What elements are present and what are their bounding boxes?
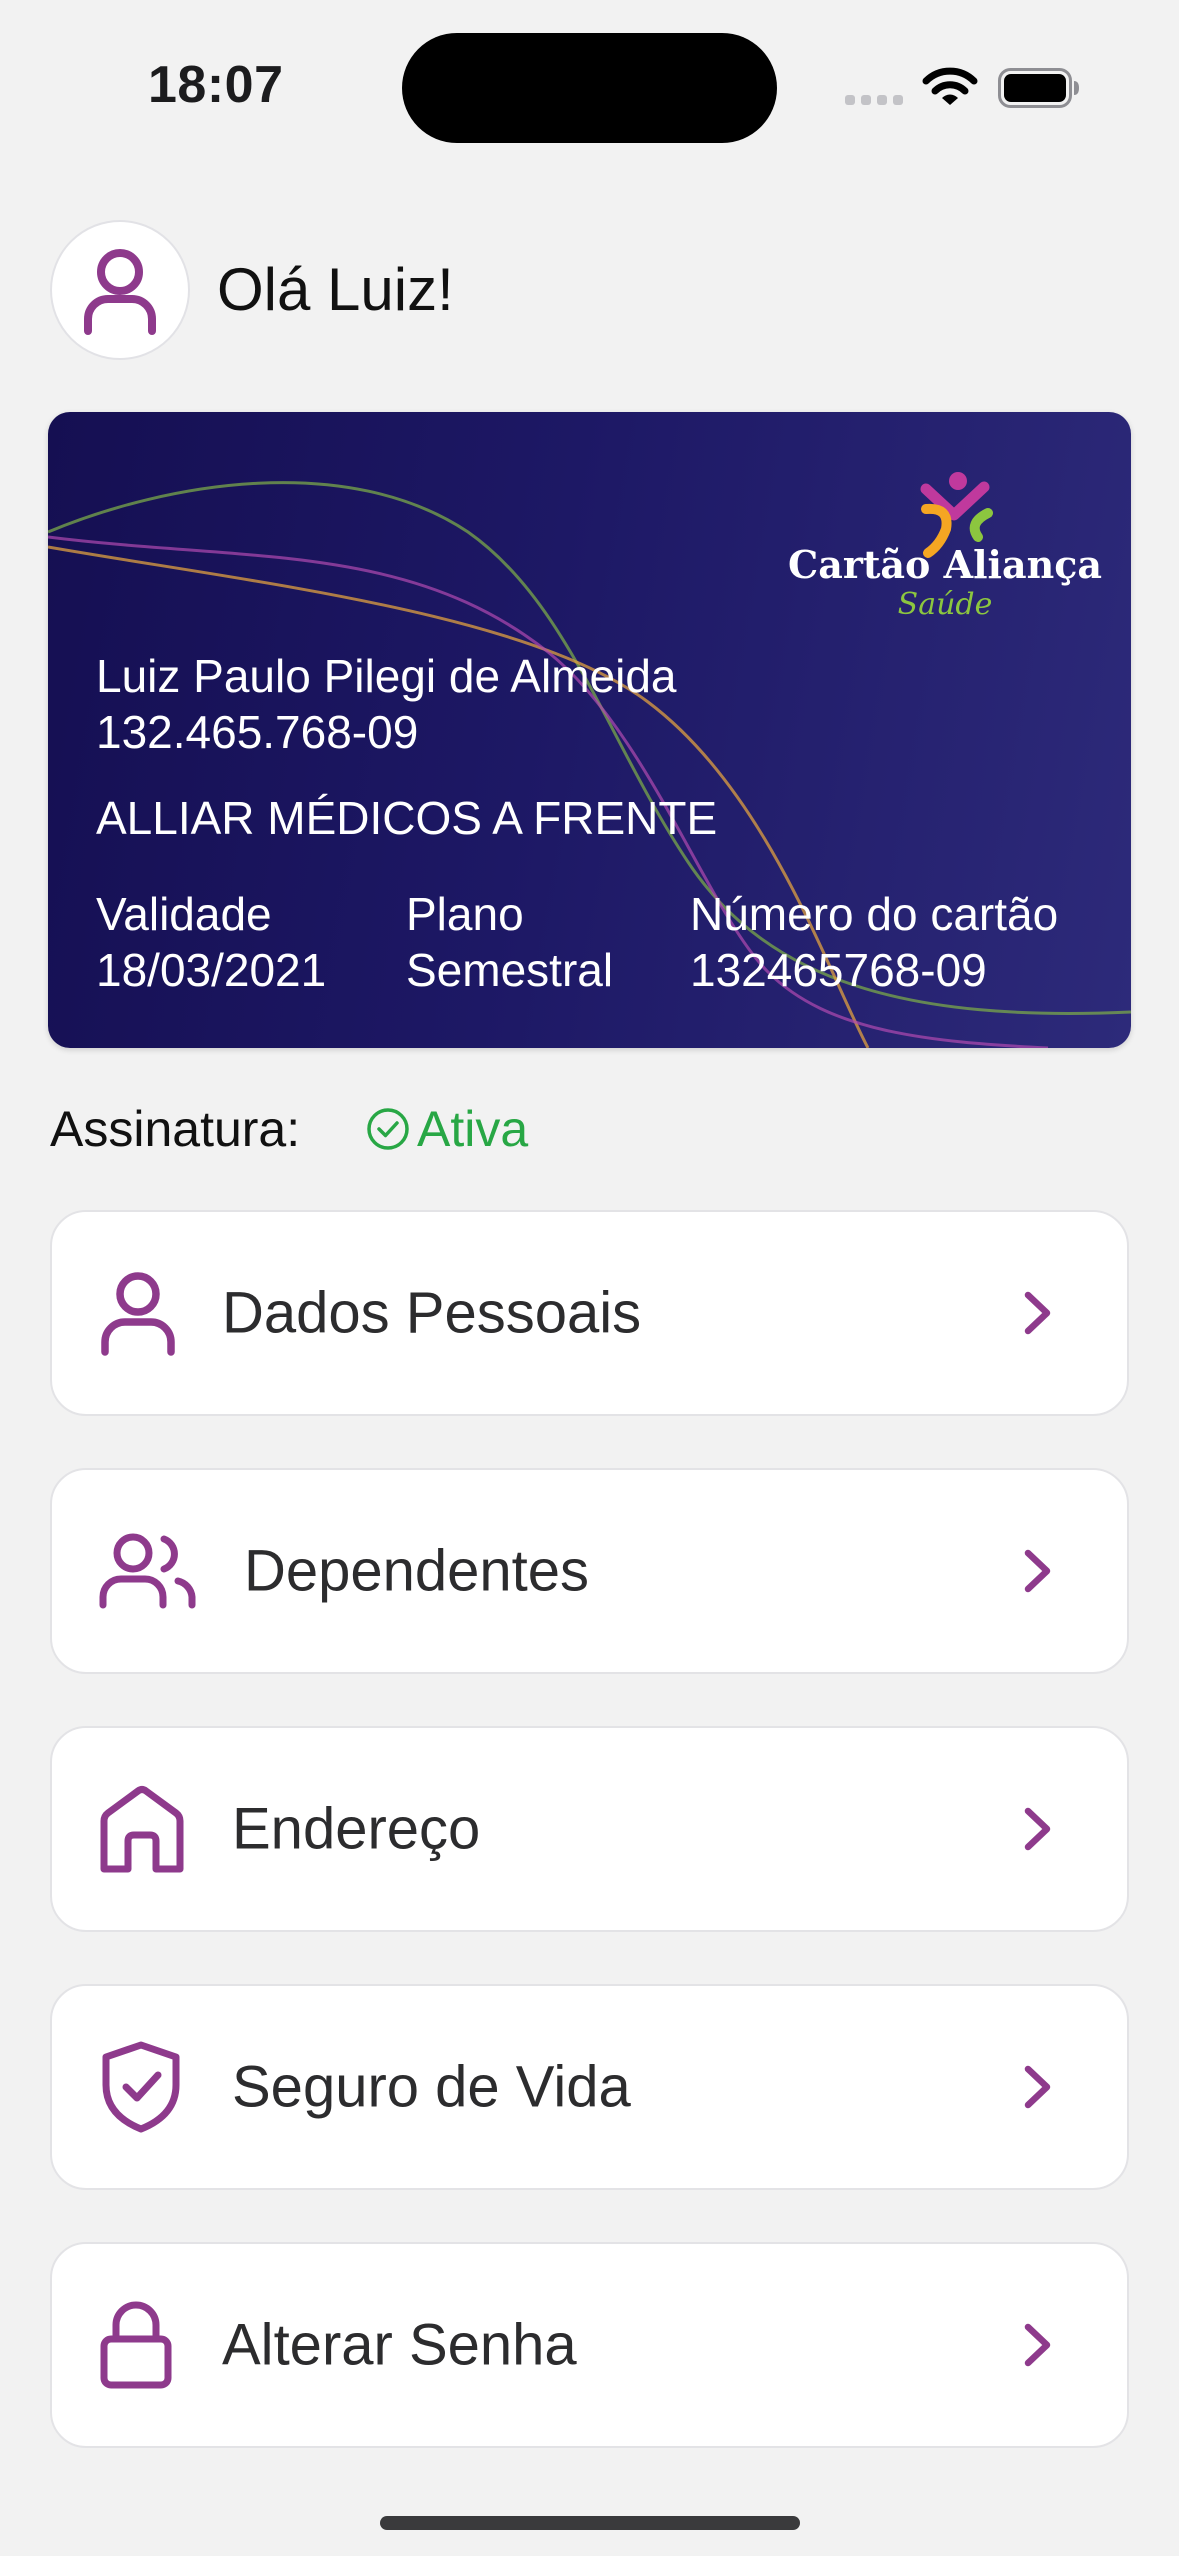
greeting: Olá Luiz! <box>217 256 454 323</box>
menu-item-alterar-senha[interactable]: Alterar Senha <box>50 2242 1129 2448</box>
chevron-right-icon <box>1024 1549 1051 1593</box>
chevron-right-icon <box>1024 2065 1051 2109</box>
card-company: ALLIAR MÉDICOS A FRENTE <box>96 792 718 844</box>
cellular-signal-icon <box>845 95 903 105</box>
chevron-right-icon <box>1024 2323 1051 2367</box>
menu-item-dependentes[interactable]: Dependentes <box>50 1468 1129 1674</box>
lock-icon <box>100 2301 172 2389</box>
menu-item-label: Seguro de Vida <box>232 2054 631 2120</box>
card-holder-name: Luiz Paulo Pilegi de Almeida <box>96 650 677 702</box>
card-validity-value: 18/03/2021 <box>96 944 327 996</box>
member-card[interactable]: Cartão Aliança Saúde Luiz Paulo Pilegi d… <box>48 412 1131 1048</box>
avatar[interactable] <box>50 220 190 360</box>
card-plan-label: Plano <box>406 888 524 940</box>
menu-item-label: Dados Pessoais <box>222 1280 642 1346</box>
subscription-label: Assinatura: <box>50 1101 301 1157</box>
card-number-value: 132465768-09 <box>690 944 987 996</box>
brand-name: Cartão Aliança <box>787 542 1102 587</box>
battery-icon <box>998 68 1079 108</box>
menu-item-label: Dependentes <box>244 1538 590 1604</box>
dynamic-island <box>402 33 777 143</box>
user-icon <box>84 249 156 335</box>
status-time: 18:07 <box>148 56 284 114</box>
chevron-right-icon <box>1024 1807 1051 1851</box>
menu-item-label: Endereço <box>232 1796 481 1862</box>
card-number-label: Número do cartão <box>690 888 1059 940</box>
menu-item-label: Alterar Senha <box>222 2312 577 2378</box>
chevron-right-icon <box>1024 1291 1051 1335</box>
home-icon <box>100 1786 184 1873</box>
card-holder-document: 132.465.768-09 <box>96 706 419 758</box>
check-circle-icon <box>367 1108 409 1150</box>
wifi-icon <box>922 67 978 105</box>
status-bar: 18:07 <box>0 0 1179 160</box>
user-icon <box>101 1272 175 1356</box>
status-badge: Ativa <box>365 1100 528 1158</box>
card-plan-value: Semestral <box>406 944 614 996</box>
shield-check-icon <box>102 2041 180 2133</box>
card-validity-label: Validade <box>96 888 272 940</box>
menu-item-dados-pessoais[interactable]: Dados Pessoais <box>50 1210 1129 1416</box>
users-icon <box>99 1533 196 1609</box>
status-text: Ativa <box>417 1101 529 1157</box>
home-indicator[interactable] <box>380 2516 800 2530</box>
menu-item-endereco[interactable]: Endereço <box>50 1726 1129 1932</box>
brand-subtitle: Saúde <box>897 587 993 622</box>
menu-item-seguro-de-vida[interactable]: Seguro de Vida <box>50 1984 1129 2190</box>
